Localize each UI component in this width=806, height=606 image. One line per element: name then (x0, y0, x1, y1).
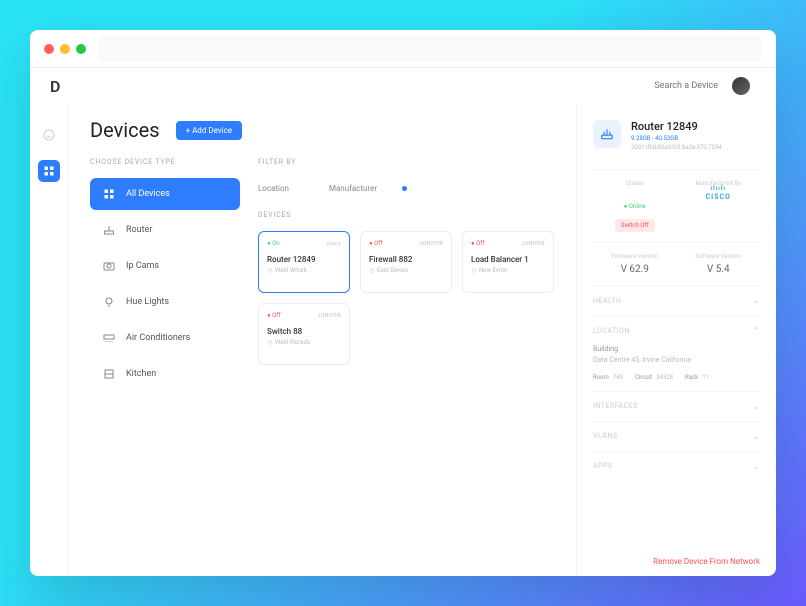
type-item-ip-cams[interactable]: Ip Cams (90, 250, 240, 282)
status-badge: Online (624, 203, 646, 210)
detail-ip: 2001:db8:85a3:0:0:8a2e:370:7334 (631, 144, 722, 151)
devices-label: DEVICES (258, 211, 558, 219)
filter-manufacturer[interactable]: Manufacturer (329, 184, 377, 193)
app-logo: D (50, 77, 61, 96)
type-item-kitchen[interactable]: Kitchen (90, 358, 240, 390)
header-bar: D (30, 68, 776, 104)
router-icon (102, 224, 116, 236)
rail-item-devices[interactable] (38, 160, 60, 182)
bulb-icon (102, 296, 116, 308)
add-device-button[interactable]: + Add Device (176, 121, 242, 140)
pin-icon (267, 268, 273, 274)
detail-subtitle: 9.28GB - 40.53GB (631, 135, 722, 142)
filter-location[interactable]: Location (258, 184, 289, 193)
manufacturer-badge: JUNIPER (521, 241, 545, 247)
device-card[interactable]: ● Off JUNIPER Load Balancer 1 New Evron (462, 231, 554, 293)
section-health[interactable]: HEALTH⌄ (593, 296, 760, 305)
status-badge: ● Off (471, 240, 484, 247)
kitchen-icon (102, 368, 116, 380)
building-value: Data Centre 45, Irvine California (593, 356, 760, 366)
filter-indicator-icon (402, 186, 407, 191)
remove-device-button[interactable]: Remove Device From Network (593, 541, 760, 566)
maximize-icon[interactable] (76, 44, 86, 54)
chevron-down-icon: ⌄ (753, 462, 760, 471)
status-badge: ● On (267, 240, 280, 247)
detail-title: Router 12849 (631, 120, 722, 133)
type-label: Hue Lights (126, 297, 169, 307)
device-location: West Ricrado (267, 339, 341, 346)
section-interfaces[interactable]: INTERFACES⌄ (593, 402, 760, 411)
section-apps[interactable]: APPS⌄ (593, 462, 760, 471)
section-vlans[interactable]: VLANS⌄ (593, 432, 760, 441)
detail-panel: Router 12849 9.28GB - 40.53GB 2001:db8:8… (576, 104, 776, 576)
type-item-air-conditioners[interactable]: Air Conditioners (90, 322, 240, 354)
cisco-logo: CISCO (677, 193, 761, 201)
device-type-icon (593, 120, 621, 148)
device-card[interactable]: ● Off JUNIPER Firewall 882 East Devies (360, 231, 452, 293)
status-label: Status (593, 180, 677, 187)
type-item-router[interactable]: Router (90, 214, 240, 246)
pin-icon (267, 340, 273, 346)
status-badge: ● Off (267, 312, 280, 319)
manufacturer-badge: cisco (327, 241, 341, 247)
device-card[interactable]: ● Off JUNIPER Switch 88 West Ricrado (258, 303, 350, 365)
close-icon[interactable] (44, 44, 54, 54)
chevron-down-icon: ⌄ (753, 296, 760, 305)
status-badge: ● Off (369, 240, 382, 247)
nav-rail (30, 104, 68, 576)
grid-icon (43, 162, 55, 181)
section-location[interactable]: LOCATION⌃ (593, 326, 760, 335)
filter-label: FILTER BY (258, 158, 558, 166)
search-input[interactable] (618, 81, 718, 91)
choose-type-label: CHOOSE DEVICE TYPE (90, 158, 240, 166)
chevron-down-icon: ⌄ (753, 432, 760, 441)
traffic-lights (44, 44, 86, 54)
rail-item-home[interactable] (38, 124, 60, 146)
manufacturer-badge: JUNIPER (317, 313, 341, 319)
chevron-down-icon: ⌄ (753, 402, 760, 411)
manufacturer-badge: JUNIPER (419, 241, 443, 247)
device-location: New Evron (471, 267, 545, 274)
browser-tab (98, 36, 762, 62)
device-location: East Devies (369, 267, 443, 274)
app-window: D Devices + Add Device CHOOSE DEVICE TYP… (30, 30, 776, 576)
device-name: Firewall 882 (369, 255, 443, 264)
firmware-version: V 62.9 (593, 264, 677, 275)
titlebar (30, 30, 776, 68)
firmware-label: Firmware Version (593, 253, 677, 260)
type-item-all-devices[interactable]: All Devices (90, 178, 240, 210)
type-label: All Devices (126, 189, 170, 199)
type-label: Ip Cams (126, 261, 159, 271)
smile-icon (43, 126, 55, 145)
type-label: Router (126, 225, 152, 235)
minimize-icon[interactable] (60, 44, 70, 54)
chevron-up-icon: ⌃ (753, 326, 760, 335)
software-label: Software Version (677, 253, 761, 260)
cam-icon (102, 260, 116, 272)
software-version: V 5.4 (677, 264, 761, 275)
type-label: Air Conditioners (126, 333, 190, 343)
pin-icon (369, 268, 375, 274)
device-card[interactable]: ● On cisco Router 12849 West Witurk (258, 231, 350, 293)
ac-icon (102, 332, 116, 344)
type-item-hue-lights[interactable]: Hue Lights (90, 286, 240, 318)
building-label: Building (593, 345, 760, 353)
type-label: Kitchen (126, 369, 156, 379)
device-name: Switch 88 (267, 327, 341, 336)
grid-icon (102, 188, 116, 200)
device-name: Router 12849 (267, 255, 341, 264)
page-title: Devices (90, 118, 160, 142)
switch-off-button[interactable]: Switch Off (615, 219, 655, 232)
device-name: Load Balancer 1 (471, 255, 545, 264)
avatar[interactable] (732, 77, 750, 95)
pin-icon (471, 268, 477, 274)
device-location: West Witurk (267, 267, 341, 274)
